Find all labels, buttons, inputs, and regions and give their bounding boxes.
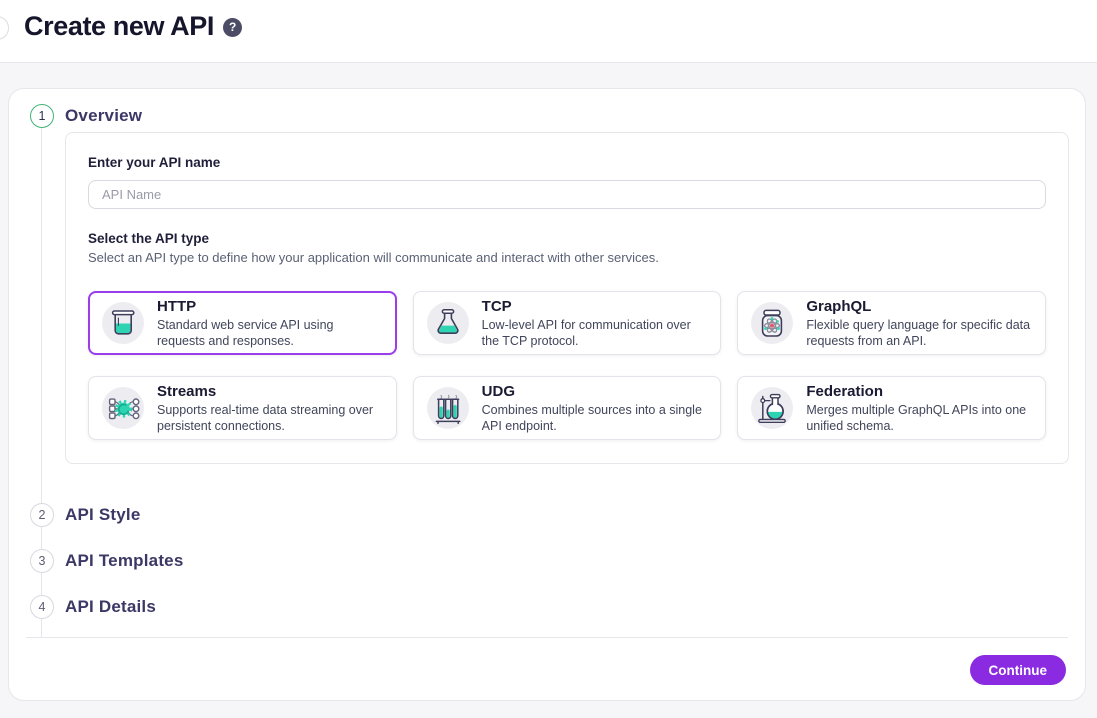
page-title-text: Create new API (24, 11, 214, 41)
create-api-wizard-card: 1 Overview Enter your API name Select th… (8, 88, 1086, 701)
step-4-heading-api-details[interactable]: API Details (65, 595, 156, 619)
api-type-description: Merges multiple GraphQL APIs into one un… (806, 402, 1033, 434)
footer-divider (26, 637, 1068, 638)
api-type-description: Combines multiple sources into a single … (482, 402, 709, 434)
step-4-circle: 4 (30, 595, 54, 619)
erlenmeyer-flask-icon (426, 301, 470, 345)
api-type-label: Select the API type (88, 231, 1046, 246)
atom-jar-icon (750, 301, 794, 345)
step-2-circle: 2 (30, 503, 54, 527)
api-type-description: Standard web service API using requests … (157, 317, 384, 349)
api-type-card-streams[interactable]: Streams Supports real-time data streamin… (88, 376, 397, 440)
api-type-hint: Select an API type to define how your ap… (88, 250, 1046, 266)
step-1-heading-overview[interactable]: Overview (65, 104, 142, 128)
api-type-description: Low-level API for communication over the… (482, 317, 709, 349)
api-type-title: UDG (482, 383, 709, 401)
page-header: Create new API? (0, 0, 1097, 63)
beaker-icon (101, 301, 145, 345)
step-1-circle: 1 (30, 104, 54, 128)
api-type-card-tcp[interactable]: TCP Low-level API for communication over… (413, 291, 722, 355)
api-name-input[interactable] (88, 180, 1046, 209)
api-name-label: Enter your API name (88, 155, 1046, 170)
overview-form: Enter your API name Select the API type … (65, 132, 1069, 464)
api-type-card-udg[interactable]: UDG Combines multiple sources into a sin… (413, 376, 722, 440)
step-3-heading-api-templates[interactable]: API Templates (65, 549, 184, 573)
api-type-description: Supports real-time data streaming over p… (157, 402, 384, 434)
api-type-title: TCP (482, 298, 709, 316)
page-title: Create new API? (24, 11, 242, 42)
step-3-circle: 3 (30, 549, 54, 573)
api-type-title: GraphQL (806, 298, 1033, 316)
api-type-grid: HTTP Standard web service API using requ… (88, 291, 1046, 440)
continue-button[interactable]: Continue (970, 655, 1067, 685)
pipeline-gear-icon (101, 386, 145, 430)
round-flask-icon (750, 386, 794, 430)
api-type-card-graphql[interactable]: GraphQL Flexible query language for spec… (737, 291, 1046, 355)
help-icon[interactable]: ? (223, 18, 242, 37)
step-2-heading-api-style[interactable]: API Style (65, 503, 141, 527)
api-type-title: Streams (157, 383, 384, 401)
api-type-title: HTTP (157, 298, 384, 316)
test-tubes-icon (426, 386, 470, 430)
collapsed-nav-button[interactable] (0, 16, 9, 40)
api-type-title: Federation (806, 383, 1033, 401)
api-type-description: Flexible query language for specific dat… (806, 317, 1033, 349)
api-type-card-http[interactable]: HTTP Standard web service API using requ… (88, 291, 397, 355)
api-type-card-federation[interactable]: Federation Merges multiple GraphQL APIs … (737, 376, 1046, 440)
